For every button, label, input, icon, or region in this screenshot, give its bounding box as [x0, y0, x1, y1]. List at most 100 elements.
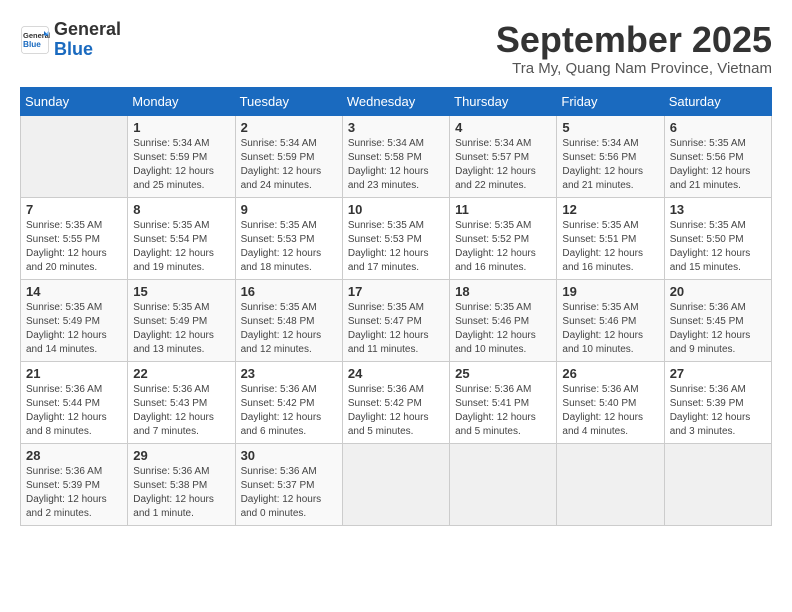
day-info: Sunrise: 5:36 AM Sunset: 5:45 PM Dayligh… [670, 301, 766, 357]
weekday-header: Tuesday [235, 87, 342, 115]
calendar-cell: 3 Sunrise: 5:34 AM Sunset: 5:58 PM Daylig… [342, 115, 449, 197]
logo-text: General Blue [54, 20, 121, 60]
day-info: Sunrise: 5:35 AM Sunset: 5:55 PM Dayligh… [26, 219, 122, 275]
day-number: 24 [348, 366, 444, 381]
day-info: Sunrise: 5:35 AM Sunset: 5:46 PM Dayligh… [455, 301, 551, 357]
calendar-week-row: 1Sunrise: 5:34 AM Sunset: 5:59 PM Daylig… [21, 115, 772, 197]
day-number: 10 [348, 202, 444, 217]
day-info: Sunrise: 5:35 AM Sunset: 5:54 PM Dayligh… [133, 219, 229, 275]
calendar-cell [450, 443, 557, 525]
weekday-row: SundayMondayTuesdayWednesdayThursdayFrid… [21, 87, 772, 115]
calendar-cell: 8Sunrise: 5:35 AM Sunset: 5:54 PM Daylig… [128, 197, 235, 279]
day-info: Sunrise: 5:36 AM Sunset: 5:44 PM Dayligh… [26, 383, 122, 439]
calendar-cell: 11 Sunrise: 5:35 AM Sunset: 5:52 PM Dayli… [450, 197, 557, 279]
day-info: Sunrise: 5:35 AM Sunset: 5:53 PM Dayligh… [241, 219, 337, 275]
logo-icon: General Blue [20, 25, 50, 55]
day-number: 19 [562, 284, 658, 299]
weekday-header: Thursday [450, 87, 557, 115]
calendar-cell: 6Sunrise: 5:35 AM Sunset: 5:56 PM Daylig… [664, 115, 771, 197]
day-info: Sunrise: 5:36 AM Sunset: 5:43 PM Dayligh… [133, 383, 229, 439]
calendar-header: SundayMondayTuesdayWednesdayThursdayFrid… [21, 87, 772, 115]
calendar-cell: 30 Sunrise: 5:36 AM Sunset: 5:37 PM Dayli… [235, 443, 342, 525]
calendar-cell: 25 Sunrise: 5:36 AM Sunset: 5:41 PM Dayli… [450, 361, 557, 443]
calendar-cell: 16 Sunrise: 5:35 AM Sunset: 5:48 PM Dayli… [235, 279, 342, 361]
day-info: Sunrise: 5:35 AM Sunset: 5:49 PM Dayligh… [26, 301, 122, 357]
day-info: Sunrise: 5:36 AM Sunset: 5:39 PM Dayligh… [26, 465, 122, 521]
day-info: Sunrise: 5:34 AM Sunset: 5:58 PM Dayligh… [348, 137, 444, 193]
calendar-cell [664, 443, 771, 525]
calendar-cell: 29 Sunrise: 5:36 AM Sunset: 5:38 PM Dayli… [128, 443, 235, 525]
day-number: 30 [241, 448, 337, 463]
day-number: 12 [562, 202, 658, 217]
day-info: Sunrise: 5:36 AM Sunset: 5:41 PM Dayligh… [455, 383, 551, 439]
day-number: 29 [133, 448, 229, 463]
calendar-cell: 5Sunrise: 5:34 AM Sunset: 5:56 PM Daylig… [557, 115, 664, 197]
day-number: 17 [348, 284, 444, 299]
day-number: 13 [670, 202, 766, 217]
calendar-cell: 26 Sunrise: 5:36 AM Sunset: 5:40 PM Dayli… [557, 361, 664, 443]
calendar-cell: 4 Sunrise: 5:34 AM Sunset: 5:57 PM Daylig… [450, 115, 557, 197]
day-number: 18 [455, 284, 551, 299]
calendar-week-row: 28 Sunrise: 5:36 AM Sunset: 5:39 PM Dayli… [21, 443, 772, 525]
title-block: September 2025 Tra My, Quang Nam Provinc… [496, 20, 772, 77]
day-info: Sunrise: 5:35 AM Sunset: 5:50 PM Dayligh… [670, 219, 766, 275]
day-number: 20 [670, 284, 766, 299]
weekday-header: Friday [557, 87, 664, 115]
logo: General Blue General Blue [20, 20, 121, 60]
calendar-cell: 12 Sunrise: 5:35 AM Sunset: 5:51 PM Dayli… [557, 197, 664, 279]
svg-text:Blue: Blue [23, 40, 41, 49]
day-number: 3 [348, 120, 444, 135]
calendar-cell: 7 Sunrise: 5:35 AM Sunset: 5:55 PM Daylig… [21, 197, 128, 279]
weekday-header: Monday [128, 87, 235, 115]
day-info: Sunrise: 5:35 AM Sunset: 5:52 PM Dayligh… [455, 219, 551, 275]
calendar-cell: 22Sunrise: 5:36 AM Sunset: 5:43 PM Dayli… [128, 361, 235, 443]
calendar-cell: 15Sunrise: 5:35 AM Sunset: 5:49 PM Dayli… [128, 279, 235, 361]
day-number: 7 [26, 202, 122, 217]
calendar-cell: 24Sunrise: 5:36 AM Sunset: 5:42 PM Dayli… [342, 361, 449, 443]
day-number: 23 [241, 366, 337, 381]
day-number: 2 [241, 120, 337, 135]
calendar-cell: 9Sunrise: 5:35 AM Sunset: 5:53 PM Daylig… [235, 197, 342, 279]
calendar-week-row: 14Sunrise: 5:35 AM Sunset: 5:49 PM Dayli… [21, 279, 772, 361]
day-number: 25 [455, 366, 551, 381]
day-number: 26 [562, 366, 658, 381]
weekday-header: Wednesday [342, 87, 449, 115]
calendar-cell: 20 Sunrise: 5:36 AM Sunset: 5:45 PM Dayli… [664, 279, 771, 361]
calendar-cell [21, 115, 128, 197]
calendar-cell: 19 Sunrise: 5:35 AM Sunset: 5:46 PM Dayli… [557, 279, 664, 361]
day-info: Sunrise: 5:35 AM Sunset: 5:48 PM Dayligh… [241, 301, 337, 357]
day-number: 11 [455, 202, 551, 217]
location-subtitle: Tra My, Quang Nam Province, Vietnam [496, 60, 772, 77]
calendar-cell: 17Sunrise: 5:35 AM Sunset: 5:47 PM Dayli… [342, 279, 449, 361]
calendar-cell: 13 Sunrise: 5:35 AM Sunset: 5:50 PM Dayli… [664, 197, 771, 279]
day-number: 28 [26, 448, 122, 463]
calendar-body: 1Sunrise: 5:34 AM Sunset: 5:59 PM Daylig… [21, 115, 772, 525]
calendar-week-row: 21Sunrise: 5:36 AM Sunset: 5:44 PM Dayli… [21, 361, 772, 443]
day-info: Sunrise: 5:35 AM Sunset: 5:51 PM Dayligh… [562, 219, 658, 275]
calendar-cell: 14Sunrise: 5:35 AM Sunset: 5:49 PM Dayli… [21, 279, 128, 361]
day-info: Sunrise: 5:36 AM Sunset: 5:37 PM Dayligh… [241, 465, 337, 521]
day-info: Sunrise: 5:36 AM Sunset: 5:40 PM Dayligh… [562, 383, 658, 439]
day-info: Sunrise: 5:34 AM Sunset: 5:59 PM Dayligh… [241, 137, 337, 193]
calendar-cell: 10Sunrise: 5:35 AM Sunset: 5:53 PM Dayli… [342, 197, 449, 279]
page-header: General Blue General Blue September 2025… [20, 20, 772, 77]
day-info: Sunrise: 5:34 AM Sunset: 5:57 PM Dayligh… [455, 137, 551, 193]
day-info: Sunrise: 5:36 AM Sunset: 5:42 PM Dayligh… [241, 383, 337, 439]
day-number: 5 [562, 120, 658, 135]
calendar-cell [557, 443, 664, 525]
day-info: Sunrise: 5:36 AM Sunset: 5:38 PM Dayligh… [133, 465, 229, 521]
day-info: Sunrise: 5:35 AM Sunset: 5:49 PM Dayligh… [133, 301, 229, 357]
calendar-cell: 2 Sunrise: 5:34 AM Sunset: 5:59 PM Daylig… [235, 115, 342, 197]
day-number: 16 [241, 284, 337, 299]
calendar-cell [342, 443, 449, 525]
day-info: Sunrise: 5:34 AM Sunset: 5:59 PM Dayligh… [133, 137, 229, 193]
month-title: September 2025 [496, 20, 772, 60]
day-number: 4 [455, 120, 551, 135]
calendar-cell: 23 Sunrise: 5:36 AM Sunset: 5:42 PM Dayli… [235, 361, 342, 443]
calendar-cell: 1Sunrise: 5:34 AM Sunset: 5:59 PM Daylig… [128, 115, 235, 197]
calendar-table: SundayMondayTuesdayWednesdayThursdayFrid… [20, 87, 772, 526]
calendar-week-row: 7 Sunrise: 5:35 AM Sunset: 5:55 PM Daylig… [21, 197, 772, 279]
day-info: Sunrise: 5:35 AM Sunset: 5:56 PM Dayligh… [670, 137, 766, 193]
day-info: Sunrise: 5:35 AM Sunset: 5:46 PM Dayligh… [562, 301, 658, 357]
calendar-cell: 28 Sunrise: 5:36 AM Sunset: 5:39 PM Dayli… [21, 443, 128, 525]
